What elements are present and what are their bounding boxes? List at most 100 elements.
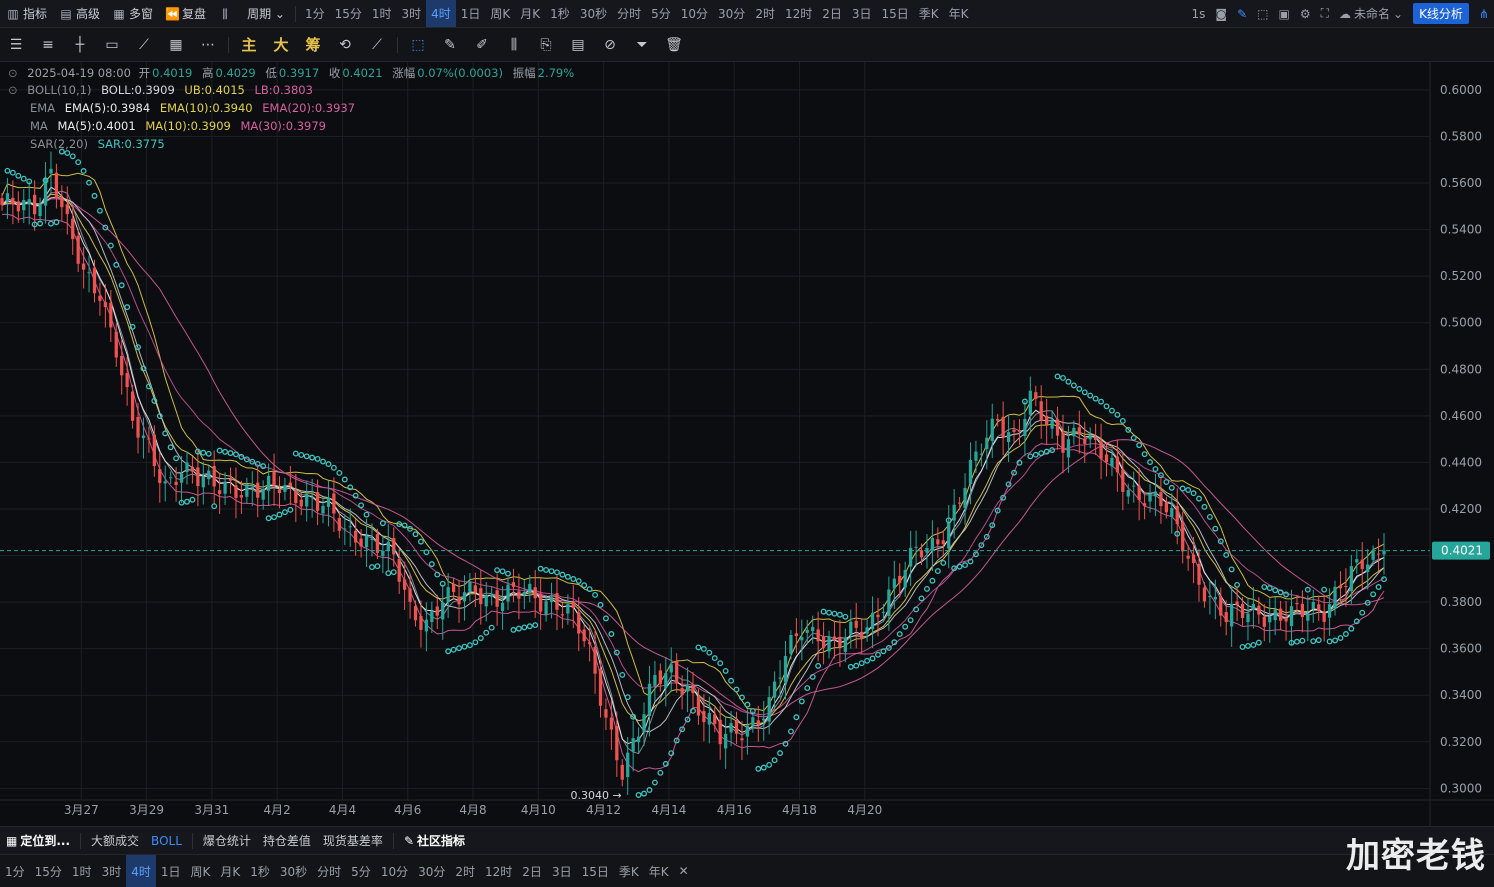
ma-name[interactable]: MA bbox=[30, 119, 48, 133]
top-period-8[interactable]: 1秒 bbox=[545, 0, 575, 27]
top-period-5[interactable]: 1日 bbox=[456, 0, 486, 27]
top-period-13[interactable]: 30分 bbox=[713, 0, 750, 27]
replay-button[interactable]: ⏪ 复盘 bbox=[159, 0, 212, 27]
top-period-2[interactable]: 1时 bbox=[367, 0, 397, 27]
bottom-period-1[interactable]: 15分 bbox=[30, 855, 67, 887]
top-period-19[interactable]: 季K bbox=[914, 0, 944, 27]
screen-icon[interactable]: ▣ bbox=[1273, 0, 1294, 27]
candles-icon[interactable]: ⫼ bbox=[498, 28, 530, 61]
window-icon[interactable]: ⬚ bbox=[1252, 0, 1273, 27]
candle-body bbox=[402, 579, 407, 590]
tool-big[interactable]: 大 bbox=[265, 28, 297, 61]
tool-main[interactable]: 主 bbox=[233, 28, 265, 61]
advanced-button[interactable]: ▤ 高级 bbox=[53, 0, 106, 27]
settings-icon[interactable]: ⊙ bbox=[8, 66, 18, 80]
note-icon[interactable]: ▤ bbox=[562, 28, 594, 61]
transform-icon[interactable]: ⟲ bbox=[329, 28, 361, 61]
bottom-period-10[interactable]: 分时 bbox=[312, 855, 346, 887]
bottom-period-12[interactable]: 10分 bbox=[376, 855, 413, 887]
top-period-7[interactable]: 月K bbox=[515, 0, 545, 27]
bottom-period-20[interactable]: 年K bbox=[644, 855, 674, 887]
select-icon[interactable]: ⬚ bbox=[402, 28, 434, 61]
top-period-15[interactable]: 12时 bbox=[780, 0, 817, 27]
tool-chip[interactable]: 筹 bbox=[297, 28, 329, 61]
bottom-period-16[interactable]: 2日 bbox=[517, 855, 547, 887]
top-period-9[interactable]: 30秒 bbox=[575, 0, 612, 27]
boll-indicator-button[interactable]: BOLL bbox=[145, 827, 188, 854]
bottom-period-4[interactable]: 4时 bbox=[126, 855, 156, 887]
bottom-period-18[interactable]: 15日 bbox=[577, 855, 614, 887]
candle-body bbox=[1170, 508, 1174, 517]
top-period-6[interactable]: 周K bbox=[485, 0, 515, 27]
indicator-button-label: 指标 bbox=[23, 7, 48, 21]
brush-icon[interactable]: ✐ bbox=[466, 28, 498, 61]
candle-body bbox=[974, 451, 978, 461]
magnet-icon[interactable]: ⊘ bbox=[594, 28, 626, 61]
candlestick-chart[interactable]: 0.6000 0.5800 0.5600 0.5400 0.5200 0.5000 0.48… bbox=[0, 62, 1494, 826]
top-period-0[interactable]: 1分 bbox=[300, 0, 330, 27]
top-period-20[interactable]: 年K bbox=[944, 0, 974, 27]
bottom-period-5[interactable]: 1日 bbox=[156, 855, 186, 887]
top-period-12[interactable]: 10分 bbox=[676, 0, 713, 27]
kline-analysis-button[interactable]: K线分析 bbox=[1408, 0, 1474, 27]
bottom-period-2[interactable]: 1时 bbox=[67, 855, 97, 887]
bottom-period-6[interactable]: 周K bbox=[185, 855, 215, 887]
bottom-period-15[interactable]: 12时 bbox=[480, 855, 517, 887]
top-period-18[interactable]: 15日 bbox=[877, 0, 914, 27]
boll-name[interactable]: BOLL(10,1) bbox=[27, 83, 91, 97]
bottom-period-14[interactable]: 2时 bbox=[450, 855, 480, 887]
bottom-period-3[interactable]: 3时 bbox=[97, 855, 127, 887]
bottom-period-19[interactable]: 季K bbox=[614, 855, 644, 887]
trash-icon[interactable]: 🗑 bbox=[658, 28, 690, 61]
multi-window-button[interactable]: ▦ 多窗 bbox=[106, 0, 159, 27]
ema-name[interactable]: EMA bbox=[30, 101, 55, 115]
bottom-period-13[interactable]: 30分 bbox=[413, 855, 450, 887]
top-period-10[interactable]: 分时 bbox=[612, 0, 646, 27]
fullscreen-icon[interactable]: ⛶ bbox=[1316, 0, 1334, 27]
hold-diff-button[interactable]: 持仓差值 bbox=[257, 827, 317, 854]
measure-icon[interactable]: ▦ bbox=[160, 28, 192, 61]
gear-icon[interactable]: ⚙ bbox=[1295, 0, 1316, 27]
bottom-period-11[interactable]: 5分 bbox=[346, 855, 376, 887]
basis-button[interactable]: 现货基差率 bbox=[317, 827, 389, 854]
bottom-period-7[interactable]: 月K bbox=[215, 855, 245, 887]
camera-icon[interactable]: ◙ bbox=[1210, 0, 1232, 27]
interval-selector[interactable]: 1s bbox=[1187, 0, 1211, 27]
top-period-4[interactable]: 4时 bbox=[426, 0, 456, 27]
menu-lines-icon[interactable]: ☰ bbox=[0, 28, 32, 61]
candle-body bbox=[321, 505, 325, 514]
candle-body bbox=[506, 584, 510, 602]
bell-icon[interactable]: ⊙ bbox=[8, 83, 18, 97]
top-period-11[interactable]: 5分 bbox=[646, 0, 676, 27]
bottom-period-17[interactable]: 3日 bbox=[547, 855, 577, 887]
pen-icon[interactable]: ✎ bbox=[1232, 0, 1252, 27]
sar-name[interactable]: SAR(2,20) bbox=[30, 137, 88, 151]
top-period-1[interactable]: 15分 bbox=[330, 0, 367, 27]
rectangle-icon[interactable]: ▭ bbox=[96, 28, 128, 61]
cloud-save-button[interactable]: ☁ 未命名 ⌄ bbox=[1334, 0, 1408, 27]
crosshair-line-icon[interactable]: ┼ bbox=[64, 28, 96, 61]
close-icon[interactable]: ✕ bbox=[674, 855, 694, 887]
erase-line-icon[interactable]: ⟋ bbox=[361, 28, 393, 61]
horizontal-lines-icon[interactable]: ≡ bbox=[32, 28, 64, 61]
indicator-button[interactable]: ▥ 指标 bbox=[0, 0, 53, 27]
top-period-17[interactable]: 3日 bbox=[847, 0, 877, 27]
big-trade-button[interactable]: 大额成交 bbox=[85, 827, 145, 854]
filter-icon[interactable]: ⏷ bbox=[626, 28, 658, 61]
bottom-period-8[interactable]: 1秒 bbox=[245, 855, 275, 887]
bottom-period-0[interactable]: 1分 bbox=[0, 855, 30, 887]
share-icon[interactable]: ⋔ bbox=[1474, 0, 1494, 27]
more-icon[interactable]: ⋯ bbox=[192, 28, 224, 61]
bottom-period-9[interactable]: 30秒 bbox=[275, 855, 312, 887]
clipboard-icon[interactable]: ⎘ bbox=[530, 28, 562, 61]
ruler-icon[interactable]: ⟋ bbox=[128, 28, 160, 61]
top-period-16[interactable]: 2日 bbox=[817, 0, 847, 27]
top-period-3[interactable]: 3时 bbox=[397, 0, 427, 27]
period-button[interactable]: 周期 ⌄ bbox=[241, 0, 291, 27]
locate-button[interactable]: ▦ 定位到... bbox=[0, 827, 76, 854]
top-period-14[interactable]: 2时 bbox=[750, 0, 780, 27]
chart-type-button[interactable]: ⫼ bbox=[212, 0, 241, 27]
pencil-icon[interactable]: ✎ bbox=[434, 28, 466, 61]
liquidation-stats-button[interactable]: 爆仓统计 bbox=[197, 827, 257, 854]
community-indicator-button[interactable]: ✎ 社区指标 bbox=[398, 827, 471, 854]
